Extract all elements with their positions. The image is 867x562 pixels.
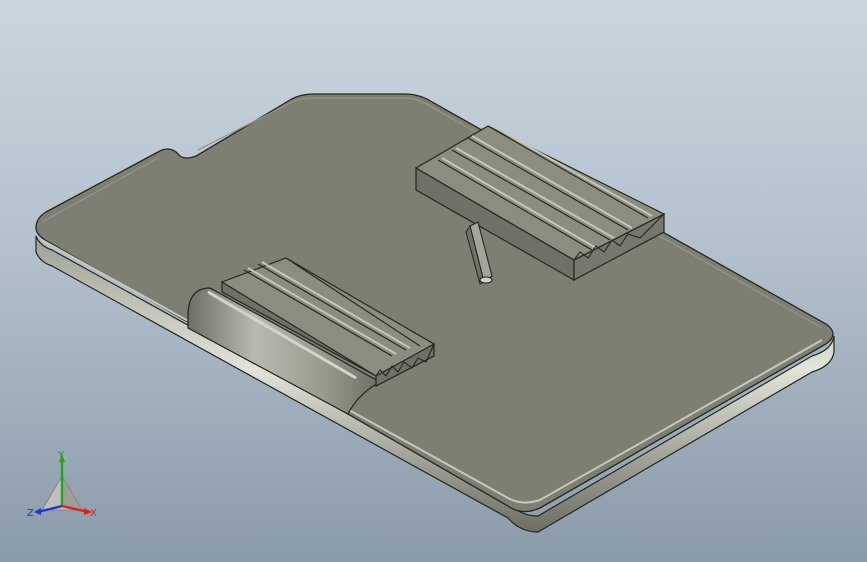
z-axis-label: Z <box>27 508 34 519</box>
z-axis-arrow-icon <box>34 508 41 515</box>
x-axis-label: X <box>90 508 97 519</box>
3d-model-view[interactable] <box>0 0 867 562</box>
graphics-viewport[interactable]: Y X Z <box>0 0 867 562</box>
y-axis-label: Y <box>57 450 65 461</box>
coordinate-triad: Y X Z <box>26 448 106 532</box>
